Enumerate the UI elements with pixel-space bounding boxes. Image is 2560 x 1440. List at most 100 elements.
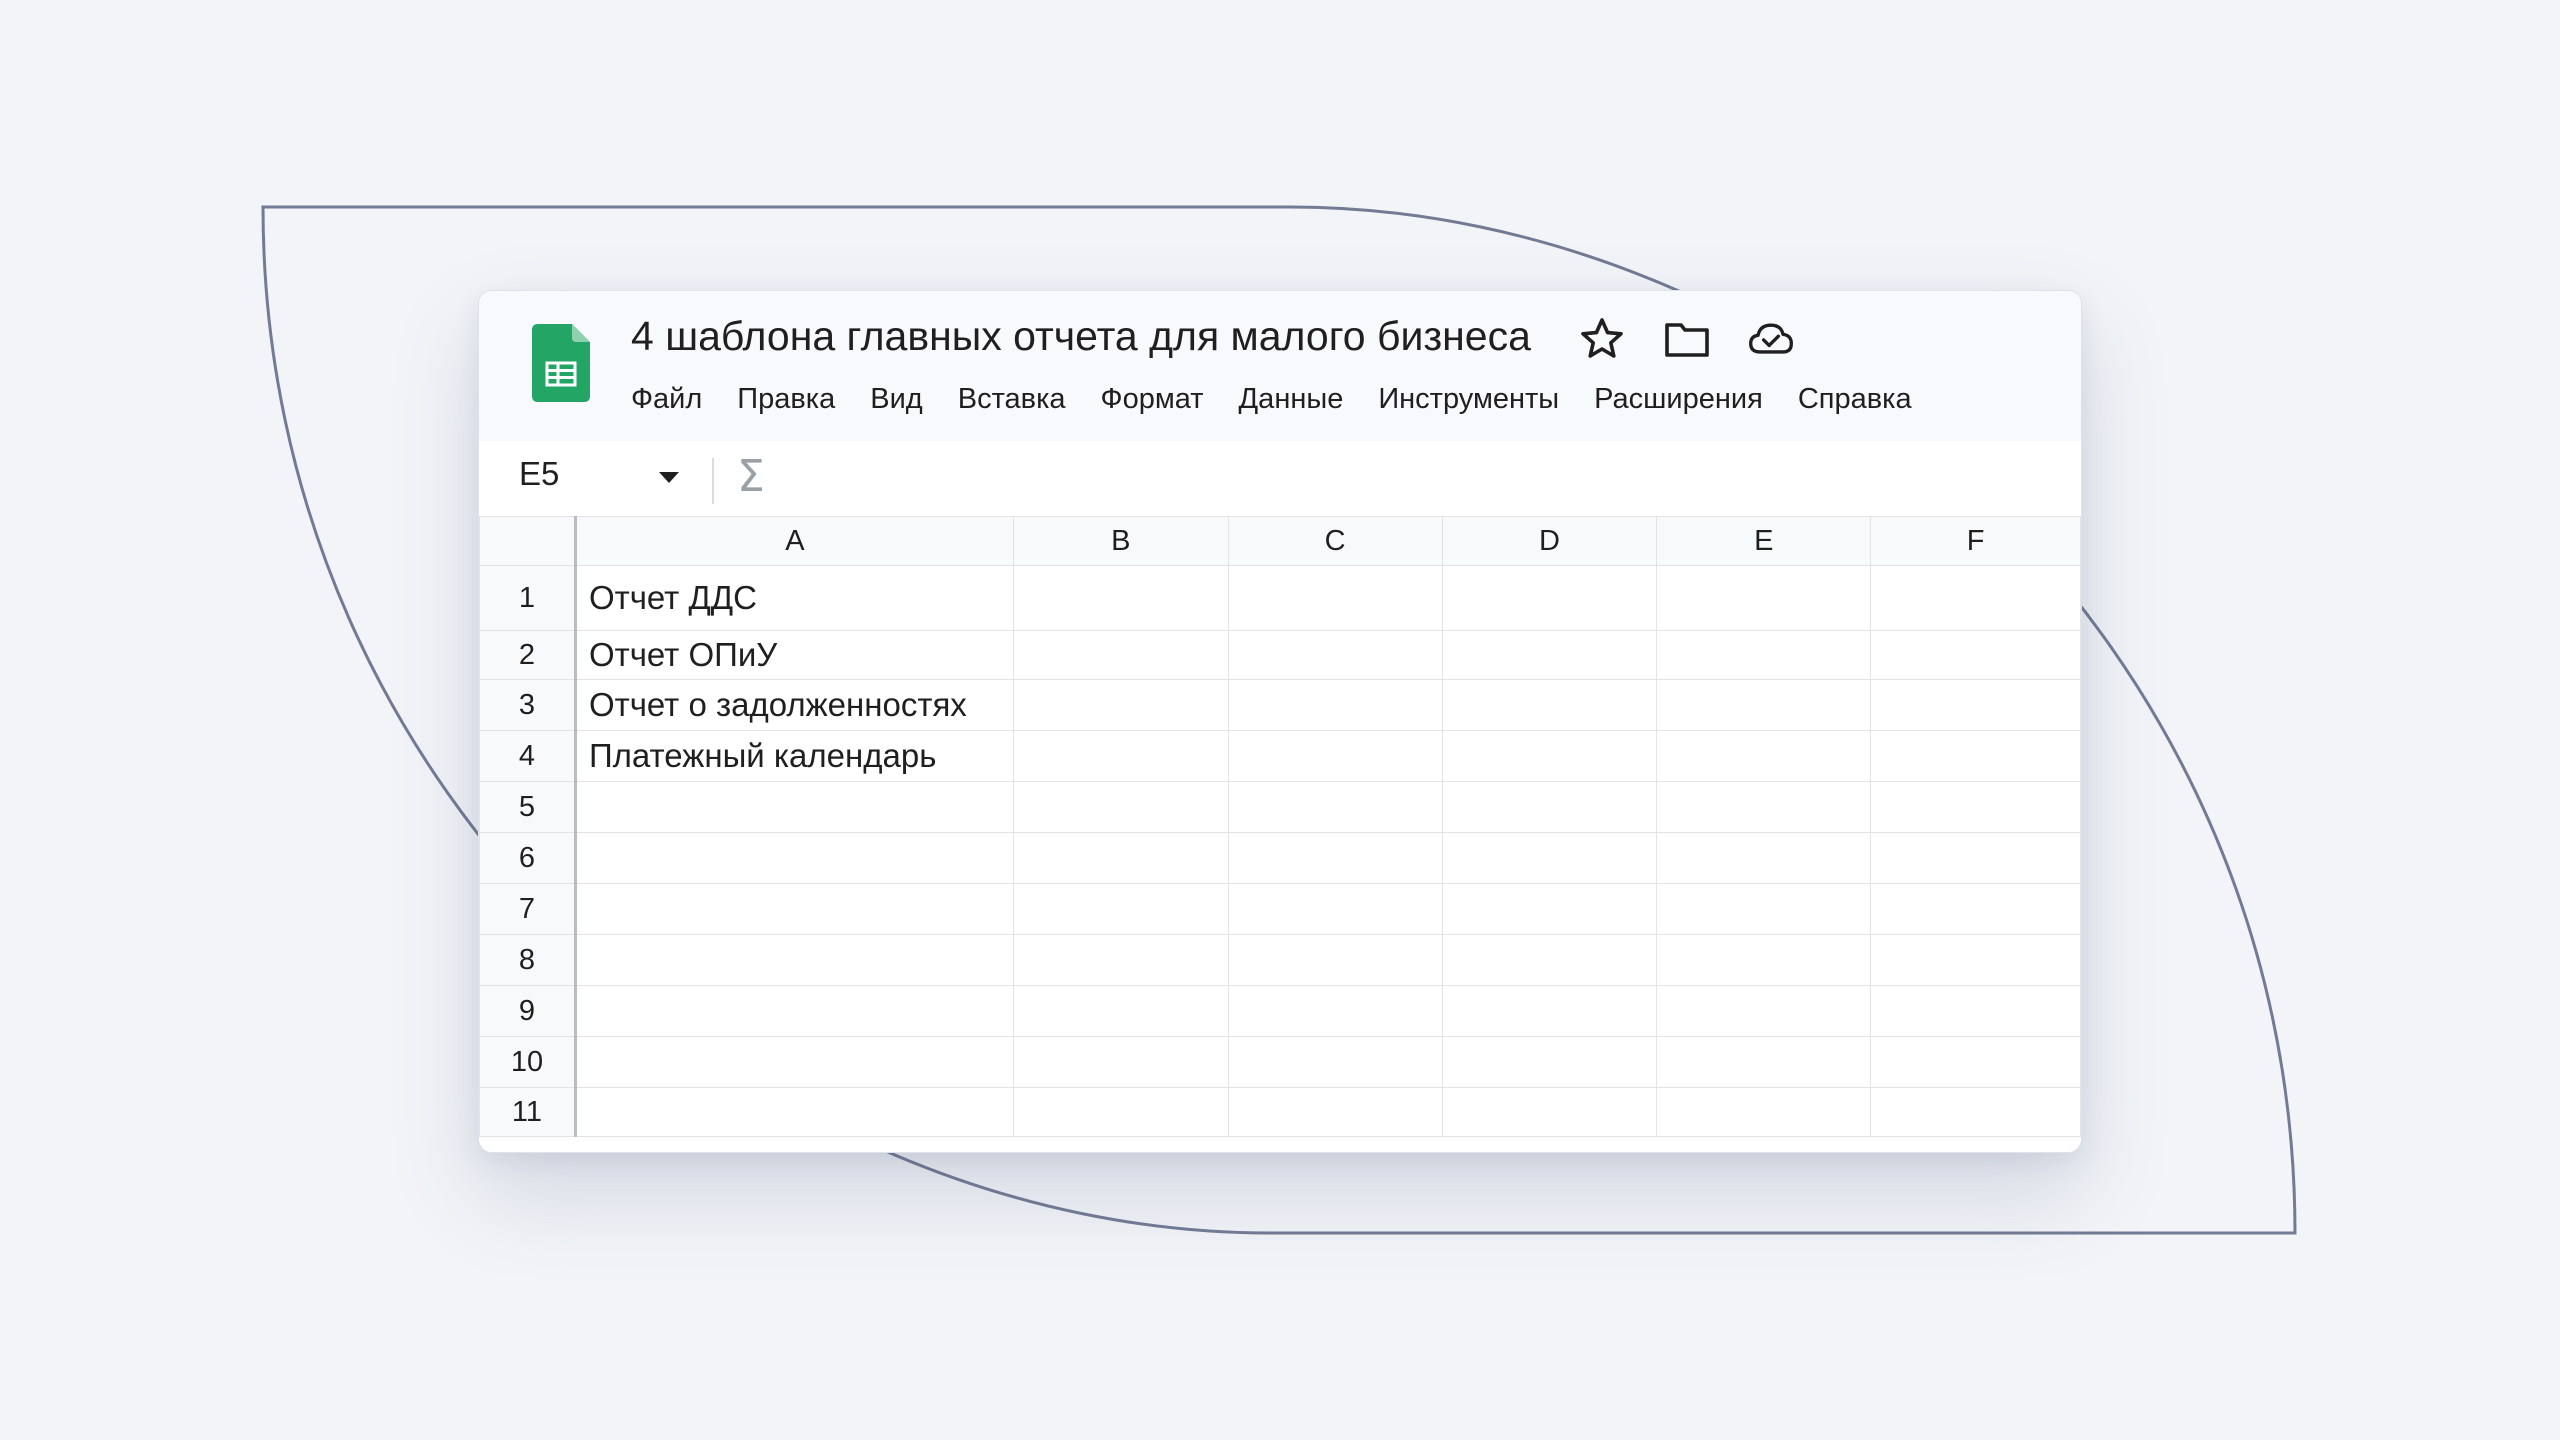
cell-b2[interactable] [1012, 630, 1229, 680]
cell-f3[interactable] [1870, 679, 2081, 731]
cell-f5[interactable] [1870, 781, 2081, 833]
row-header-9[interactable]: 9 [479, 985, 577, 1037]
cell-d6[interactable] [1441, 832, 1658, 884]
menu-insert[interactable]: Вставка [958, 383, 1066, 416]
cell-f8[interactable] [1870, 934, 2081, 986]
column-header-d[interactable]: D [1441, 516, 1658, 566]
cell-a8[interactable] [574, 934, 1014, 986]
cell-c2[interactable] [1227, 630, 1443, 680]
cell-e5[interactable] [1656, 781, 1872, 833]
cell-c11[interactable] [1227, 1087, 1443, 1137]
cell-d7[interactable] [1441, 883, 1658, 935]
cell-d8[interactable] [1441, 934, 1658, 986]
star-icon[interactable] [1578, 315, 1626, 363]
cell-a1[interactable]: Отчет ДДС [574, 565, 1014, 631]
cell-a5[interactable] [574, 781, 1014, 833]
cell-f2[interactable] [1870, 630, 2081, 680]
cell-c8[interactable] [1227, 934, 1443, 986]
column-header-e[interactable]: E [1656, 516, 1872, 566]
select-all-corner[interactable] [479, 516, 577, 566]
cell-b9[interactable] [1012, 985, 1229, 1037]
cell-e1[interactable] [1656, 565, 1872, 631]
cell-c5[interactable] [1227, 781, 1443, 833]
row-header-1[interactable]: 1 [479, 565, 577, 631]
document-title[interactable]: 4 шаблона главных отчета для малого бизн… [631, 313, 1531, 360]
row-header-10[interactable]: 10 [479, 1036, 577, 1088]
cell-d5[interactable] [1441, 781, 1658, 833]
cell-a9[interactable] [574, 985, 1014, 1037]
menu-extensions[interactable]: Расширения [1594, 383, 1763, 416]
column-header-f[interactable]: F [1870, 516, 2081, 566]
cell-e6[interactable] [1656, 832, 1872, 884]
cell-f4[interactable] [1870, 730, 2081, 782]
cell-c6[interactable] [1227, 832, 1443, 884]
row-header-8[interactable]: 8 [479, 934, 577, 986]
row-header-5[interactable]: 5 [479, 781, 577, 833]
menu-tools[interactable]: Инструменты [1378, 383, 1559, 416]
cell-c10[interactable] [1227, 1036, 1443, 1088]
cell-c1[interactable] [1227, 565, 1443, 631]
cell-c9[interactable] [1227, 985, 1443, 1037]
row-header-6[interactable]: 6 [479, 832, 577, 884]
cloud-check-icon[interactable] [1747, 315, 1795, 363]
cell-a11[interactable] [574, 1087, 1014, 1137]
cell-f6[interactable] [1870, 832, 2081, 884]
menu-file[interactable]: Файл [631, 383, 702, 416]
cell-b6[interactable] [1012, 832, 1229, 884]
cell-a4[interactable]: Платежный календарь [574, 730, 1014, 782]
cell-f11[interactable] [1870, 1087, 2081, 1137]
cell-a6[interactable] [574, 832, 1014, 884]
row-header-2[interactable]: 2 [479, 630, 577, 680]
row-header-3[interactable]: 3 [479, 679, 577, 731]
cell-e4[interactable] [1656, 730, 1872, 782]
row-header-11[interactable]: 11 [479, 1087, 577, 1137]
cell-d9[interactable] [1441, 985, 1658, 1037]
google-sheets-icon[interactable] [532, 324, 590, 402]
cell-d4[interactable] [1441, 730, 1658, 782]
cell-f10[interactable] [1870, 1036, 2081, 1088]
cell-e2[interactable] [1656, 630, 1872, 680]
column-header-c[interactable]: C [1227, 516, 1443, 566]
cell-e8[interactable] [1656, 934, 1872, 986]
menu-view[interactable]: Вид [870, 383, 922, 416]
cell-b8[interactable] [1012, 934, 1229, 986]
cell-d10[interactable] [1441, 1036, 1658, 1088]
folder-icon[interactable] [1663, 315, 1711, 363]
cell-a2[interactable]: Отчет ОПиУ [574, 630, 1014, 680]
column-header-b[interactable]: B [1012, 516, 1229, 566]
sigma-icon[interactable]: Σ [737, 451, 765, 502]
cell-b1[interactable] [1012, 565, 1229, 631]
menu-format[interactable]: Формат [1101, 383, 1204, 416]
cell-e10[interactable] [1656, 1036, 1872, 1088]
column-header-a[interactable]: A [574, 516, 1014, 566]
menu-data[interactable]: Данные [1239, 383, 1344, 416]
cell-a7[interactable] [574, 883, 1014, 935]
cell-e11[interactable] [1656, 1087, 1872, 1137]
cell-c7[interactable] [1227, 883, 1443, 935]
row-header-7[interactable]: 7 [479, 883, 577, 935]
cell-e3[interactable] [1656, 679, 1872, 731]
cell-b4[interactable] [1012, 730, 1229, 782]
cell-d3[interactable] [1441, 679, 1658, 731]
cell-b5[interactable] [1012, 781, 1229, 833]
cell-d2[interactable] [1441, 630, 1658, 680]
name-box[interactable]: E5 [519, 455, 559, 493]
cell-d11[interactable] [1441, 1087, 1658, 1137]
cell-a10[interactable] [574, 1036, 1014, 1088]
cell-d1[interactable] [1441, 565, 1658, 631]
cell-e9[interactable] [1656, 985, 1872, 1037]
cell-f1[interactable] [1870, 565, 2081, 631]
cell-b7[interactable] [1012, 883, 1229, 935]
cell-f9[interactable] [1870, 985, 2081, 1037]
cell-b11[interactable] [1012, 1087, 1229, 1137]
cell-b10[interactable] [1012, 1036, 1229, 1088]
menu-help[interactable]: Справка [1798, 383, 1912, 416]
cell-c4[interactable] [1227, 730, 1443, 782]
cell-e7[interactable] [1656, 883, 1872, 935]
cell-f7[interactable] [1870, 883, 2081, 935]
cell-a3[interactable]: Отчет о задолженностях [574, 679, 1014, 731]
cell-b3[interactable] [1012, 679, 1229, 731]
chevron-down-icon[interactable] [657, 469, 681, 485]
menu-edit[interactable]: Правка [737, 383, 835, 416]
row-header-4[interactable]: 4 [479, 730, 577, 782]
